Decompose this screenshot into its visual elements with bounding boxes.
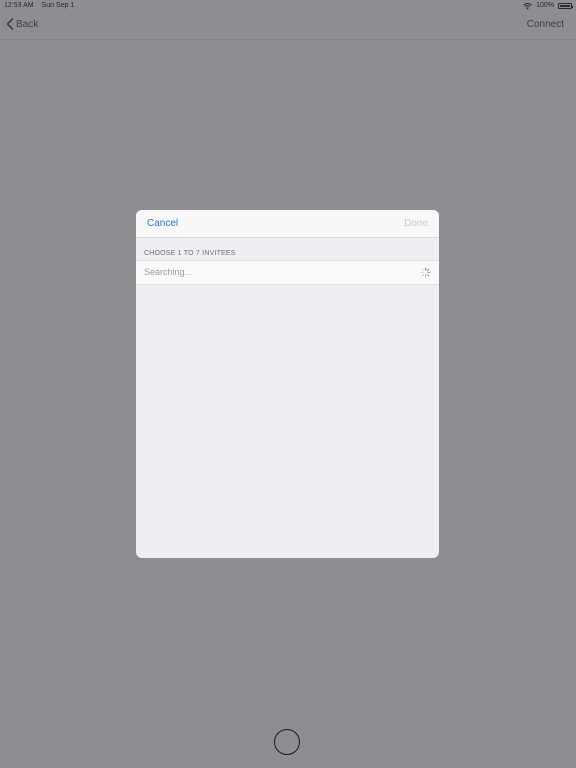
status-bar: 12:53 AM Sun Sep 1 100% <box>0 0 576 12</box>
searching-label: Searching… <box>144 267 194 277</box>
chevron-left-icon <box>6 18 14 30</box>
nav-bar: Back Connect <box>0 12 576 40</box>
battery-icon <box>558 3 573 9</box>
searching-row: Searching… <box>136 260 439 285</box>
done-button: Done <box>404 218 428 229</box>
connect-button[interactable]: Connect <box>527 19 564 30</box>
back-button[interactable]: Back <box>6 18 38 30</box>
wifi-icon <box>523 2 532 9</box>
status-right: 100% <box>523 0 573 12</box>
cancel-button[interactable]: Cancel <box>147 218 178 229</box>
modal-header: Cancel Done <box>136 210 439 238</box>
spinner-icon <box>420 267 431 278</box>
status-left: 12:53 AM Sun Sep 1 <box>4 0 80 12</box>
battery-percent: 100% <box>536 2 554 9</box>
home-button[interactable] <box>274 729 300 755</box>
status-time: 12:53 AM <box>4 2 34 9</box>
section-header: CHOOSE 1 TO 7 INVITEES <box>144 250 236 257</box>
invite-modal: Cancel Done CHOOSE 1 TO 7 INVITEES Searc… <box>136 210 439 558</box>
back-label: Back <box>16 18 39 30</box>
status-date: Sun Sep 1 <box>41 2 75 9</box>
